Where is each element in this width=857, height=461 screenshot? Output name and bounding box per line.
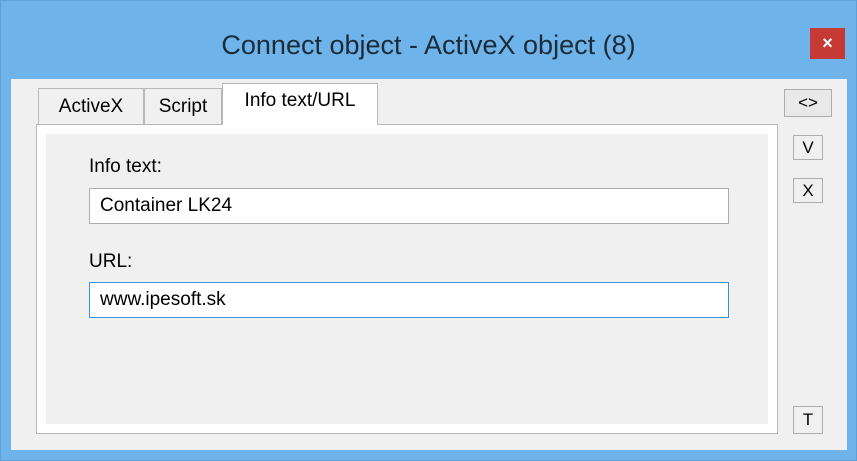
dialog-body: ActiveX Script Info text/URL Info text: … [11, 79, 847, 450]
t-button[interactable]: T [793, 406, 823, 434]
dialog-window: Connect object - ActiveX object (8) × Ac… [0, 0, 857, 461]
x-button[interactable]: X [793, 178, 823, 203]
v-button[interactable]: V [793, 135, 823, 160]
tab-activex[interactable]: ActiveX [38, 88, 144, 124]
window-title: Connect object - ActiveX object (8) [221, 30, 636, 60]
swap-button[interactable]: <> [784, 89, 832, 117]
url-input[interactable] [89, 282, 729, 318]
tab-panel-content: Info text: URL: [46, 134, 768, 424]
tab-info-text-url[interactable]: Info text/URL [222, 83, 378, 125]
info-text-input[interactable] [89, 188, 729, 224]
close-button[interactable]: × [810, 28, 845, 59]
tab-panel: Info text: URL: [36, 124, 778, 434]
tab-script[interactable]: Script [144, 88, 222, 124]
info-text-label: Info text: [89, 156, 162, 177]
url-label: URL: [89, 251, 133, 272]
title-bar[interactable]: Connect object - ActiveX object (8) × [1, 1, 856, 89]
